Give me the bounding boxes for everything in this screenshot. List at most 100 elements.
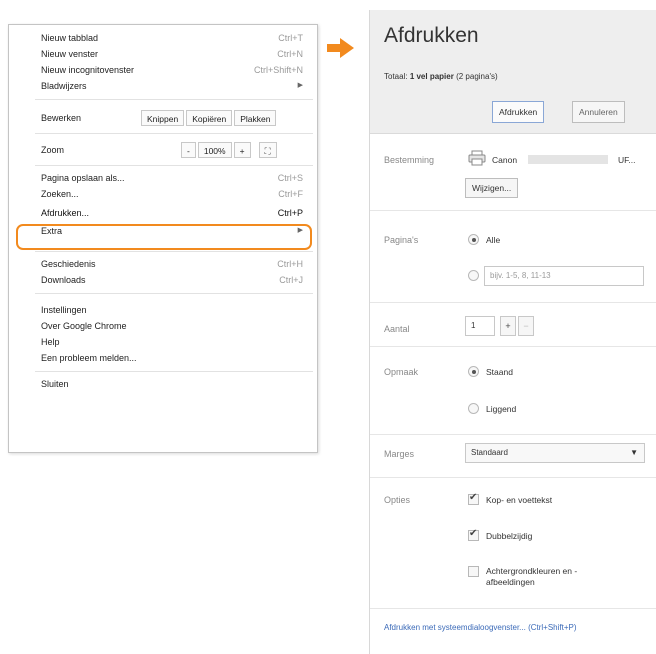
menu-item-bookmarks[interactable]: Bladwijzers ▶	[35, 79, 307, 93]
menu-item-label: Pagina opslaan als...	[41, 173, 125, 183]
total-summary: Totaal: 1 vel papier (2 pagina's)	[384, 72, 498, 81]
menu-item-shortcut: Ctrl+S	[277, 173, 303, 183]
menu-item-new-window[interactable]: Nieuw venster Ctrl+N	[35, 47, 307, 61]
margins-label: Marges	[384, 449, 415, 459]
destination-label: Bestemming	[384, 155, 435, 165]
chrome-menu: Nieuw tabblad Ctrl+T Nieuw venster Ctrl+…	[8, 24, 318, 453]
copies-label: Aantal	[384, 324, 410, 334]
menu-item-about[interactable]: Over Google Chrome	[35, 319, 307, 333]
zoom-in-button[interactable]: +	[233, 142, 251, 158]
section-divider	[370, 608, 656, 609]
duplex-label: Dubbelzijdig	[486, 531, 533, 541]
background-graphics-label-line2: afbeeldingen	[486, 577, 535, 587]
menu-item-find[interactable]: Zoeken... Ctrl+F	[35, 187, 307, 201]
menu-item-print[interactable]: Afdrukken... Ctrl+P	[35, 206, 307, 220]
zoom-controls: - 100% + ⛶	[179, 142, 277, 158]
menu-item-shortcut: Ctrl+H	[277, 259, 303, 269]
duplex-checkbox[interactable]	[468, 528, 479, 541]
landscape-radio[interactable]	[468, 403, 479, 414]
redacted-printer-model	[528, 155, 608, 164]
system-dialog-link[interactable]: Afdrukken met systeemdialoogvenster... (…	[384, 623, 577, 632]
portrait-label: Staand	[486, 367, 513, 377]
menu-item-shortcut: Ctrl+P	[277, 208, 303, 218]
menu-item-label: Bladwijzers	[41, 81, 87, 91]
background-graphics-label-line1: Achtergrondkleuren en -	[486, 566, 578, 576]
total-pages: (2 pagina's)	[456, 72, 498, 81]
menu-item-label: Nieuw tabblad	[41, 33, 99, 43]
menu-separator	[35, 251, 313, 252]
pages-all-label: Alle	[486, 235, 501, 245]
menu-item-shortcut: Ctrl+N	[277, 49, 303, 59]
section-divider	[370, 346, 656, 347]
menu-item-report[interactable]: Een probleem melden...	[35, 351, 307, 365]
menu-item-label: Over Google Chrome	[41, 321, 127, 331]
header-footer-label: Kop- en voettekst	[486, 495, 553, 505]
menu-item-label: Afdrukken...	[41, 208, 90, 218]
header-footer-checkbox[interactable]	[468, 492, 479, 505]
arrow-right-icon	[327, 38, 354, 58]
menu-item-shortcut: Ctrl+Shift+N	[253, 65, 303, 75]
pages-range-radio[interactable]	[468, 270, 479, 281]
portrait-radio[interactable]	[468, 366, 479, 377]
submenu-arrow-icon: ▶	[297, 82, 303, 89]
menu-separator	[35, 293, 313, 294]
menu-item-settings[interactable]: Instellingen	[35, 303, 307, 317]
menu-item-shortcut: Ctrl+F	[278, 189, 303, 199]
printer-name: Canon	[492, 155, 518, 165]
menu-item-new-tab[interactable]: Nieuw tabblad Ctrl+T	[35, 31, 307, 45]
cut-button[interactable]: Knippen	[141, 110, 185, 126]
submenu-arrow-icon: ▶	[297, 227, 303, 234]
section-divider	[370, 210, 656, 211]
copies-input[interactable]: 1	[465, 316, 495, 336]
menu-item-help[interactable]: Help	[35, 335, 307, 349]
layout-label: Opmaak	[384, 367, 419, 377]
copies-decrement-button[interactable]: −	[518, 316, 534, 336]
menu-item-label: Help	[41, 337, 60, 347]
change-destination-button[interactable]: Wijzigen...	[465, 178, 519, 198]
menu-item-extra[interactable]: Extra ▶	[35, 224, 307, 238]
pages-all-radio[interactable]	[468, 234, 479, 245]
menu-item-label: Nieuw venster	[41, 49, 99, 59]
menu-item-save-page[interactable]: Pagina opslaan als... Ctrl+S	[35, 171, 307, 185]
section-divider	[370, 477, 656, 478]
background-graphics-checkbox[interactable]	[468, 566, 479, 577]
fullscreen-icon[interactable]: ⛶	[258, 142, 277, 158]
pages-label: Pagina's	[384, 235, 419, 245]
page-range-input[interactable]: bijv. 1-5, 8, 11-13	[484, 266, 644, 286]
printer-suffix: UF...	[618, 155, 636, 165]
menu-item-history[interactable]: Geschiedenis Ctrl+H	[35, 257, 307, 271]
menu-item-label: Bewerken	[41, 113, 82, 123]
menu-separator	[35, 371, 313, 372]
menu-separator	[35, 99, 313, 100]
section-divider	[370, 434, 656, 435]
menu-item-new-incognito[interactable]: Nieuw incognitovenster Ctrl+Shift+N	[35, 63, 307, 77]
menu-item-label: Zoom	[41, 145, 65, 155]
menu-item-shortcut: Ctrl+J	[279, 275, 303, 285]
menu-item-label: Sluiten	[41, 379, 69, 389]
page-title: Afdrukken	[384, 24, 479, 47]
edit-button-group: Knippen Kopiëren Plakken	[139, 110, 277, 126]
dialog-header: Afdrukken Totaal: 1 vel papier (2 pagina…	[370, 10, 656, 134]
cancel-button[interactable]: Annuleren	[572, 101, 625, 123]
options-label: Opties	[384, 495, 411, 505]
menu-item-label: Nieuw incognitovenster	[41, 65, 135, 75]
zoom-out-button[interactable]: -	[181, 142, 196, 158]
menu-item-downloads[interactable]: Downloads Ctrl+J	[35, 273, 307, 287]
menu-item-label: Geschiedenis	[41, 259, 96, 269]
menu-item-label: Instellingen	[41, 305, 87, 315]
chevron-down-icon: ▼	[630, 448, 638, 457]
total-value: 1 vel papier	[409, 72, 454, 81]
total-label: Totaal:	[384, 72, 408, 81]
paste-button[interactable]: Plakken	[234, 110, 277, 126]
menu-separator	[35, 165, 313, 166]
menu-item-label: Downloads	[41, 275, 86, 285]
copy-button[interactable]: Kopiëren	[186, 110, 233, 126]
copies-increment-button[interactable]: +	[500, 316, 516, 336]
menu-item-label: Extra	[41, 226, 63, 236]
menu-item-exit[interactable]: Sluiten	[35, 377, 307, 391]
landscape-label: Liggend	[486, 404, 517, 414]
margins-select[interactable]: Standaard ▼	[465, 443, 645, 463]
section-divider	[370, 302, 656, 303]
printer-icon	[468, 150, 486, 166]
print-button[interactable]: Afdrukken	[492, 101, 545, 123]
